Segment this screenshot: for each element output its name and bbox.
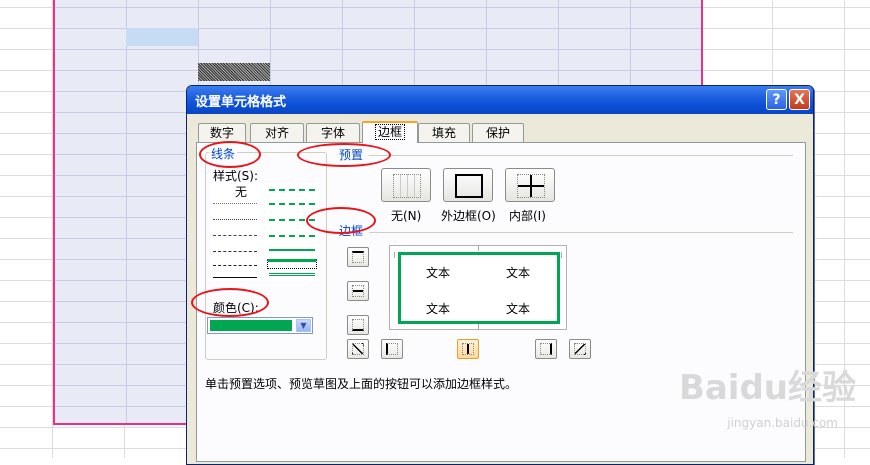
tab-border[interactable]: 边框	[362, 121, 418, 143]
tab-label: 保护	[485, 126, 510, 140]
preset-none-label: 无(N)	[391, 209, 422, 223]
dialog-titlebar[interactable]: 设置单元格格式 ? X	[187, 86, 813, 114]
tab-label: 边框	[374, 124, 405, 140]
preview-text: 文本	[426, 302, 451, 316]
preview-corner-mark	[394, 252, 395, 258]
border-diagonal-up-button[interactable]	[347, 339, 369, 359]
preset-outline-label: 外边框(O)	[441, 209, 496, 223]
style-medium-dashed[interactable]	[269, 235, 315, 237]
tab-protection[interactable]: 保护	[472, 123, 524, 142]
hint-text: 单击预置选项、预览草图及上面的按钮可以添加边框样式。	[205, 377, 518, 391]
border-horizontal-icon	[352, 285, 364, 297]
border-tab-panel: 线条 样式(S): 无 颜色(C): ▼ 预置 无(N) 外边框(O) 内部(I…	[196, 142, 806, 462]
border-right-icon	[540, 343, 552, 355]
border-bottom-button[interactable]	[347, 315, 369, 335]
border-diagonal-down-button[interactable]	[569, 339, 591, 359]
preset-none-button[interactable]	[381, 168, 431, 202]
border-top-icon	[352, 251, 364, 263]
preview-center-mark	[478, 324, 479, 329]
active-cell[interactable]	[126, 28, 198, 46]
preview-text: 文本	[506, 302, 531, 316]
style-dash-dot-dot[interactable]	[213, 235, 257, 236]
tab-alignment[interactable]: 对齐	[250, 123, 304, 142]
preset-outline-button[interactable]	[443, 168, 493, 202]
preview-center-mark	[478, 246, 479, 251]
tab-label: 数字	[209, 126, 234, 140]
color-swatch	[210, 320, 292, 331]
preset-inside-icon	[517, 174, 545, 198]
style-none-option[interactable]: 无	[235, 183, 247, 200]
border-right-button[interactable]	[535, 339, 557, 359]
annotation-circle	[306, 207, 376, 234]
diagonal-down-icon	[574, 343, 586, 355]
style-hair[interactable]	[213, 203, 257, 204]
watermark-logo: Baidu经验	[678, 368, 856, 408]
close-button[interactable]: X	[789, 89, 810, 110]
style-dashed[interactable]	[213, 265, 257, 266]
annotation-circle	[199, 141, 261, 168]
tab-fill[interactable]: 填充	[418, 123, 470, 142]
style-thin[interactable]	[213, 277, 257, 278]
close-icon: X	[794, 91, 805, 108]
tab-label: 字体	[320, 126, 345, 140]
tab-font[interactable]: 字体	[306, 123, 360, 142]
help-icon: ?	[772, 91, 781, 108]
watermark-url: jingyan.baidu.com	[727, 416, 838, 430]
border-preview[interactable]: 文本 文本 文本 文本	[389, 245, 567, 330]
border-separator	[369, 232, 793, 233]
preset-inside-label: 内部(I)	[509, 209, 546, 223]
border-bottom-icon	[352, 319, 364, 331]
formatted-cell[interactable]	[198, 63, 270, 81]
style-medium-dash-dot-dot[interactable]	[269, 189, 315, 191]
style-dash-dot[interactable]	[213, 251, 257, 252]
style-medium[interactable]	[269, 249, 315, 251]
help-button[interactable]: ?	[766, 89, 787, 110]
preview-outline-border	[398, 252, 560, 324]
annotation-circle	[191, 288, 269, 317]
border-vertical-icon	[462, 343, 474, 355]
chevron-down-icon[interactable]: ▼	[296, 319, 311, 332]
border-horizontal-button[interactable]	[347, 281, 369, 301]
border-vertical-button[interactable]	[457, 339, 479, 359]
tab-number[interactable]: 数字	[198, 123, 246, 142]
preset-none-icon	[393, 174, 421, 198]
preset-inside-button[interactable]	[505, 168, 555, 202]
style-label: 样式(S):	[213, 169, 259, 183]
tab-label: 填充	[431, 126, 456, 140]
color-dropdown[interactable]: ▼	[207, 317, 313, 334]
preview-corner-mark	[561, 252, 562, 258]
style-double[interactable]	[269, 273, 315, 276]
style-dotted[interactable]	[213, 219, 257, 220]
dialog-title: 设置单元格格式	[195, 94, 287, 110]
style-thick-selected[interactable]	[267, 259, 317, 269]
preview-text: 文本	[506, 266, 531, 280]
style-slant-dash-dot[interactable]	[269, 203, 315, 205]
preview-text: 文本	[426, 266, 451, 280]
annotation-circle	[297, 143, 391, 167]
preset-outline-icon	[455, 174, 483, 198]
tab-label: 对齐	[264, 126, 289, 140]
border-top-button[interactable]	[347, 247, 369, 267]
diagonal-up-icon	[352, 343, 364, 355]
line-style-list[interactable]: 无	[211, 183, 319, 281]
border-left-button[interactable]	[381, 339, 403, 359]
preset-separator	[369, 155, 793, 156]
border-left-icon	[386, 343, 398, 355]
